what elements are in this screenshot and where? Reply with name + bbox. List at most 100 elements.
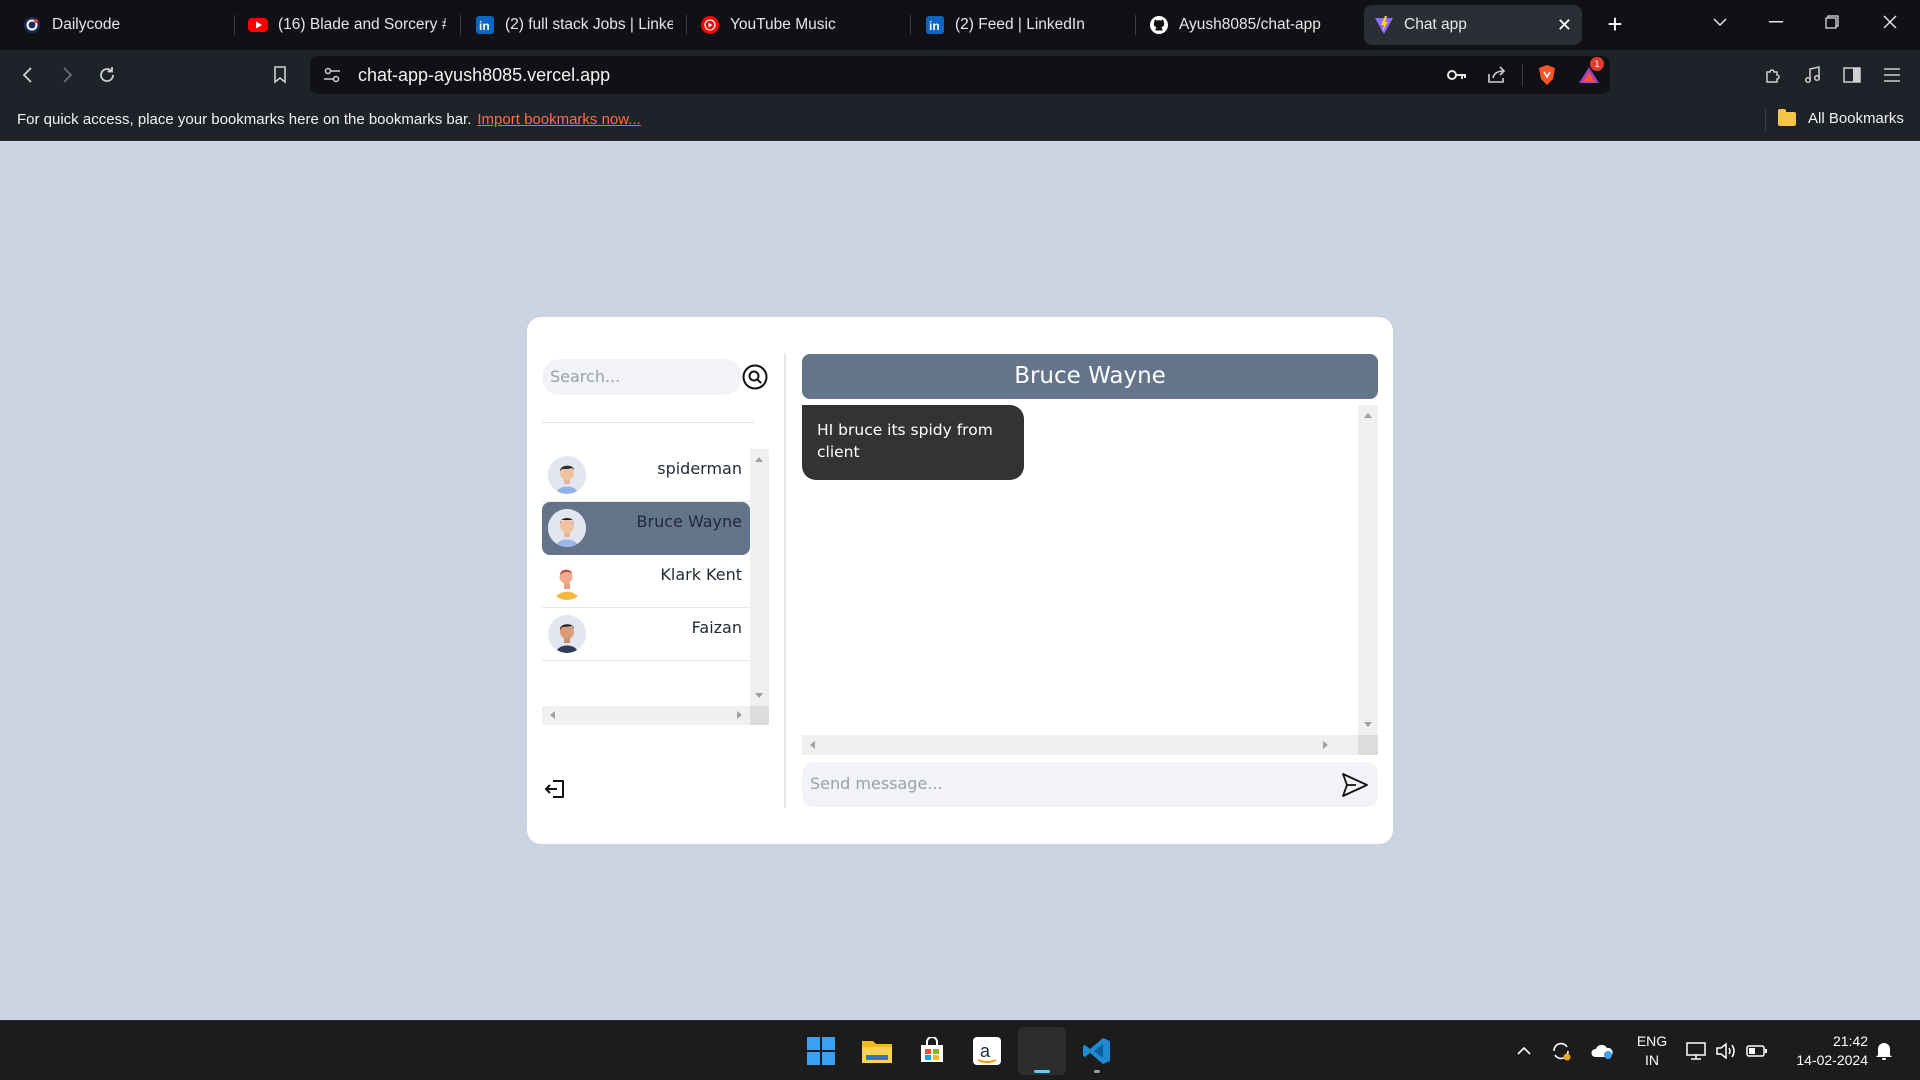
github-icon xyxy=(1149,15,1169,35)
tab-linkedin-feed[interactable]: in (2) Feed | LinkedIn xyxy=(925,5,1123,45)
reload-button[interactable] xyxy=(93,62,121,88)
media-controls-icon[interactable] xyxy=(1799,62,1827,88)
all-bookmarks-button[interactable]: All Bookmarks xyxy=(1778,108,1904,127)
language-label: ENG xyxy=(1636,1033,1668,1049)
message-input[interactable] xyxy=(810,774,1310,793)
restore-button[interactable] xyxy=(1810,6,1854,38)
browser-toolbar: chat-app-ayush8085.vercel.app 1 xyxy=(0,50,1920,100)
tab-chat-app[interactable]: Chat app ✕ xyxy=(1364,5,1582,45)
windows-start-icon[interactable] xyxy=(797,1027,845,1075)
bookmarks-hint-text: For quick access, place your bookmarks h… xyxy=(17,111,472,128)
contact-list-horizontal-scrollbar[interactable] xyxy=(542,706,750,725)
messages-vertical-scrollbar[interactable] xyxy=(1358,405,1378,735)
menu-icon[interactable] xyxy=(1878,62,1906,88)
forward-button[interactable] xyxy=(53,62,81,88)
avatar xyxy=(548,456,586,494)
tab-dailycode[interactable]: Dailycode xyxy=(22,5,222,45)
contact-name: Faizan xyxy=(691,618,742,637)
scroll-right-arrow-icon[interactable] xyxy=(1323,741,1328,749)
tab-youtube-music[interactable]: YouTube Music xyxy=(700,5,900,45)
tab-title: (2) Feed | LinkedIn xyxy=(955,16,1085,33)
microsoft-store-icon[interactable] xyxy=(908,1027,956,1075)
scroll-up-arrow-icon[interactable] xyxy=(755,457,763,462)
onedrive-icon[interactable] xyxy=(1590,1039,1614,1063)
url-text: chat-app-ayush8085.vercel.app xyxy=(358,65,611,85)
youtube-icon xyxy=(248,15,268,35)
password-key-icon[interactable] xyxy=(1446,65,1468,85)
svg-text:in: in xyxy=(929,19,940,33)
minimize-button[interactable] xyxy=(1754,6,1798,38)
region-label: IN xyxy=(1645,1052,1659,1068)
clock-time: 21:42 xyxy=(1832,1033,1868,1049)
tab-separator xyxy=(1135,15,1136,35)
blank-app-icon[interactable] xyxy=(1018,1027,1066,1075)
tab-github-chat-app[interactable]: Ayush8085/chat-app xyxy=(1149,5,1347,45)
import-bookmarks-link[interactable]: Import bookmarks now... xyxy=(477,111,640,128)
contact-item-spiderman[interactable]: spiderman xyxy=(542,449,750,502)
linkedin-icon: in xyxy=(925,15,945,35)
taskbar: a ENG IN 21:42 14-02-2024 xyxy=(0,1020,1920,1080)
tab-title: Ayush8085/chat-app xyxy=(1179,16,1321,33)
bookmarks-divider xyxy=(1765,108,1766,132)
all-bookmarks-label: All Bookmarks xyxy=(1808,110,1904,127)
bookmarks-bar-message: For quick access, place your bookmarks h… xyxy=(17,111,641,128)
brave-shields-icon[interactable] xyxy=(1536,65,1558,85)
folder-icon xyxy=(1778,108,1796,126)
youtube-music-icon xyxy=(700,15,720,35)
input-language-indicator[interactable]: ENG IN xyxy=(1632,1032,1672,1070)
contact-list-vertical-scrollbar[interactable] xyxy=(750,449,769,706)
panel-divider xyxy=(784,353,786,808)
send-message-box xyxy=(802,762,1378,807)
tab-separator xyxy=(460,15,461,35)
send-icon xyxy=(1342,773,1368,797)
bookmark-icon[interactable] xyxy=(266,62,294,88)
sidebar-toggle-icon[interactable] xyxy=(1838,62,1866,88)
chat-app-card: spiderman Bruce Wayne Klark Kent Faizan xyxy=(527,317,1393,844)
sync-icon[interactable] xyxy=(1549,1039,1573,1063)
tab-search-chevron-icon[interactable] xyxy=(1698,6,1742,38)
logout-icon xyxy=(544,780,564,798)
avatar xyxy=(548,562,586,600)
file-explorer-icon[interactable] xyxy=(853,1027,901,1075)
contact-item-klark-kent[interactable]: Klark Kent xyxy=(542,555,750,608)
extensions-icon[interactable] xyxy=(1759,62,1787,88)
chat-header: Bruce Wayne xyxy=(802,354,1378,399)
close-window-button[interactable] xyxy=(1868,6,1912,38)
notification-bell-icon[interactable] xyxy=(1872,1039,1896,1063)
close-tab-icon[interactable]: ✕ xyxy=(1557,15,1572,36)
amazon-icon[interactable]: a xyxy=(963,1027,1011,1075)
new-tab-button[interactable]: + xyxy=(1600,10,1630,40)
search-button[interactable] xyxy=(741,363,769,391)
back-button[interactable] xyxy=(14,62,42,88)
scroll-left-arrow-icon[interactable] xyxy=(550,711,555,719)
network-icon[interactable] xyxy=(1684,1039,1708,1063)
message-bubble-received: HI bruce its spidy from client xyxy=(802,405,1024,480)
share-icon[interactable] xyxy=(1486,65,1508,85)
contact-name: Bruce Wayne xyxy=(636,512,742,531)
contact-item-bruce-wayne[interactable]: Bruce Wayne xyxy=(542,502,750,555)
scroll-right-arrow-icon[interactable] xyxy=(737,711,742,719)
scroll-left-arrow-icon[interactable] xyxy=(810,741,815,749)
vscode-icon[interactable] xyxy=(1073,1027,1121,1075)
scroll-down-arrow-icon[interactable] xyxy=(755,693,763,698)
chat-title: Bruce Wayne xyxy=(1014,363,1166,389)
volume-icon[interactable] xyxy=(1714,1039,1738,1063)
logout-button[interactable] xyxy=(542,776,568,802)
clock-date: 14-02-2024 xyxy=(1796,1052,1868,1068)
address-bar[interactable]: chat-app-ayush8085.vercel.app 1 xyxy=(310,56,1610,94)
show-hidden-icons-chevron-icon[interactable] xyxy=(1512,1039,1536,1063)
site-settings-icon[interactable] xyxy=(321,65,343,85)
contact-list: spiderman Bruce Wayne Klark Kent Faizan xyxy=(542,449,769,725)
battery-icon[interactable] xyxy=(1745,1039,1769,1063)
send-button[interactable] xyxy=(1340,770,1370,800)
tab-linkedin-jobs[interactable]: in (2) full stack Jobs | Linked xyxy=(475,5,673,45)
clock[interactable]: 21:42 14-02-2024 xyxy=(1778,1032,1868,1070)
search-box xyxy=(542,359,742,395)
tab-title: Dailycode xyxy=(52,16,121,33)
scroll-up-arrow-icon[interactable] xyxy=(1364,413,1372,418)
messages-horizontal-scrollbar[interactable] xyxy=(802,735,1358,755)
tab-blade-and-sorcery[interactable]: (16) Blade and Sorcery #1 xyxy=(248,5,446,45)
scroll-down-arrow-icon[interactable] xyxy=(1364,722,1372,727)
search-input[interactable] xyxy=(550,367,730,386)
contact-item-faizan[interactable]: Faizan xyxy=(542,608,750,661)
